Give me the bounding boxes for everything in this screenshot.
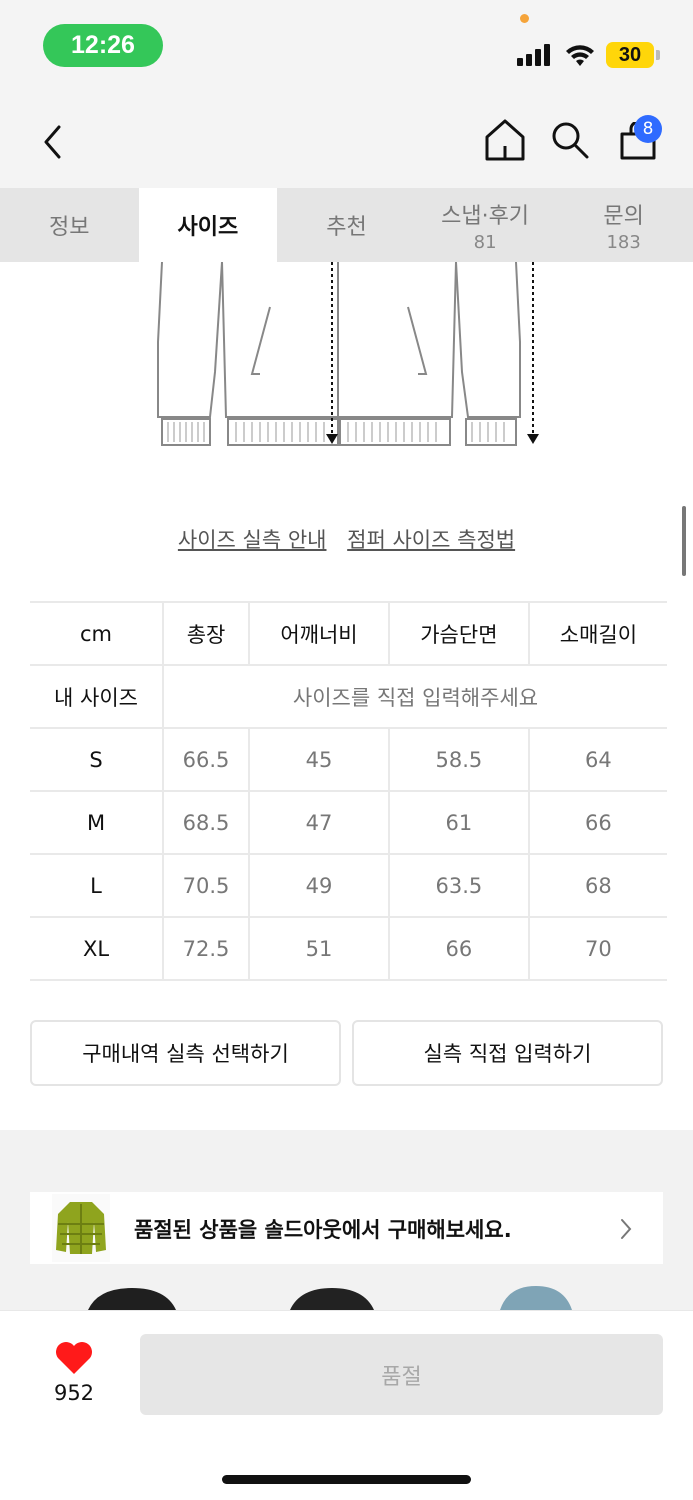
size-guide-links: 사이즈 실측 안내 점퍼 사이즈 측정법 [0,524,693,554]
battery-icon: 30 [606,42,654,68]
tab-count: 183 [606,231,641,253]
signal-icon [517,44,555,66]
size-label: S [30,728,164,792]
size-value: 66 [388,917,530,981]
search-icon[interactable] [550,120,590,160]
table-row: S 66.5 45 58.5 64 [30,728,667,792]
unit-cell: cm [30,601,164,666]
size-table: cm 총장 어깨너비 가슴단면 소매길이 내 사이즈 사이즈를 직접 입력해주세… [30,601,667,981]
size-label: M [30,791,164,855]
size-value: 64 [528,728,667,792]
size-value: 66 [528,791,667,855]
home-indicator [222,1475,471,1484]
size-value: 63.5 [388,854,530,918]
buy-button[interactable]: 품절 [140,1334,663,1415]
product-preview-image[interactable] [88,1286,176,1310]
column-header: 가슴단면 [388,601,530,666]
column-header: 총장 [163,601,251,666]
column-header: 소매길이 [528,601,667,666]
tab-inquiry[interactable]: 문의 183 [554,188,693,262]
my-size-label: 내 사이즈 [30,665,164,729]
size-value: 70.5 [163,854,251,918]
tab-recommend[interactable]: 추천 [277,188,416,262]
size-label: XL [30,917,164,981]
home-icon[interactable] [484,118,526,162]
product-preview-image[interactable] [290,1286,374,1310]
privacy-dot [520,14,529,23]
size-label: L [30,854,164,918]
size-value: 49 [249,854,390,918]
top-nav [0,90,693,188]
jacket-thumbnail-icon [52,1194,110,1262]
size-value: 70 [528,917,667,981]
tab-info[interactable]: 정보 [0,188,139,262]
heart-icon[interactable] [54,1340,94,1376]
size-value: 66.5 [163,728,251,792]
tab-size[interactable]: 사이즈 [138,188,278,262]
my-size-input[interactable]: 사이즈를 직접 입력해주세요 [163,665,667,729]
size-value: 45 [249,728,390,792]
soldout-text: 품절된 상품을 솔드아웃에서 구매해보세요. [134,1218,512,1242]
scrollbar[interactable] [682,506,686,576]
tab-label: 사이즈 [177,215,239,240]
column-header: 어깨너비 [249,601,390,666]
size-value: 58.5 [388,728,530,792]
tab-label: 문의 [603,203,644,229]
product-tabs: 정보 사이즈 추천 스냅·후기 81 문의 183 [0,188,693,262]
jumper-measure-link[interactable]: 점퍼 사이즈 측정법 [347,528,515,552]
tab-count: 81 [473,231,497,253]
jacket-size-illustration [157,262,539,446]
table-row: M 68.5 47 61 66 [30,791,667,855]
actual-size-guide-link[interactable]: 사이즈 실측 안내 [178,528,327,552]
chevron-right-icon [621,1219,632,1239]
my-size-row: 내 사이즈 사이즈를 직접 입력해주세요 [30,665,667,729]
size-value: 68 [528,854,667,918]
tab-label: 정보 [49,215,90,240]
size-value: 51 [249,917,390,981]
table-row: L 70.5 49 63.5 68 [30,854,667,918]
like-count: 952 [53,1381,95,1405]
size-value: 47 [249,791,390,855]
tab-label: 스냅·후기 [441,203,530,229]
tab-snap-review[interactable]: 스냅·후기 81 [416,188,555,262]
back-arrow-icon[interactable] [40,124,66,160]
cart-badge: 8 [634,115,662,143]
table-row: XL 72.5 51 66 70 [30,917,667,981]
battery-cap [656,50,660,60]
tab-label: 추천 [326,215,367,240]
select-purchase-size-button[interactable]: 구매내역 실측 선택하기 [30,1020,341,1086]
size-value: 68.5 [163,791,251,855]
size-value: 72.5 [163,917,251,981]
product-size-page: 12:26 30 8 정보 사이즈 추천 스냅·후기 81 문의 183 사이즈… [0,0,693,1500]
time-pill[interactable]: 12:26 [43,24,163,67]
status-bar: 12:26 30 [0,0,693,90]
table-header-row: cm 총장 어깨너비 가슴단면 소매길이 [30,601,667,666]
direct-input-size-button[interactable]: 실측 직접 입력하기 [352,1020,663,1086]
product-preview-image[interactable] [500,1286,572,1310]
size-value: 61 [388,791,530,855]
wifi-icon [566,45,594,66]
